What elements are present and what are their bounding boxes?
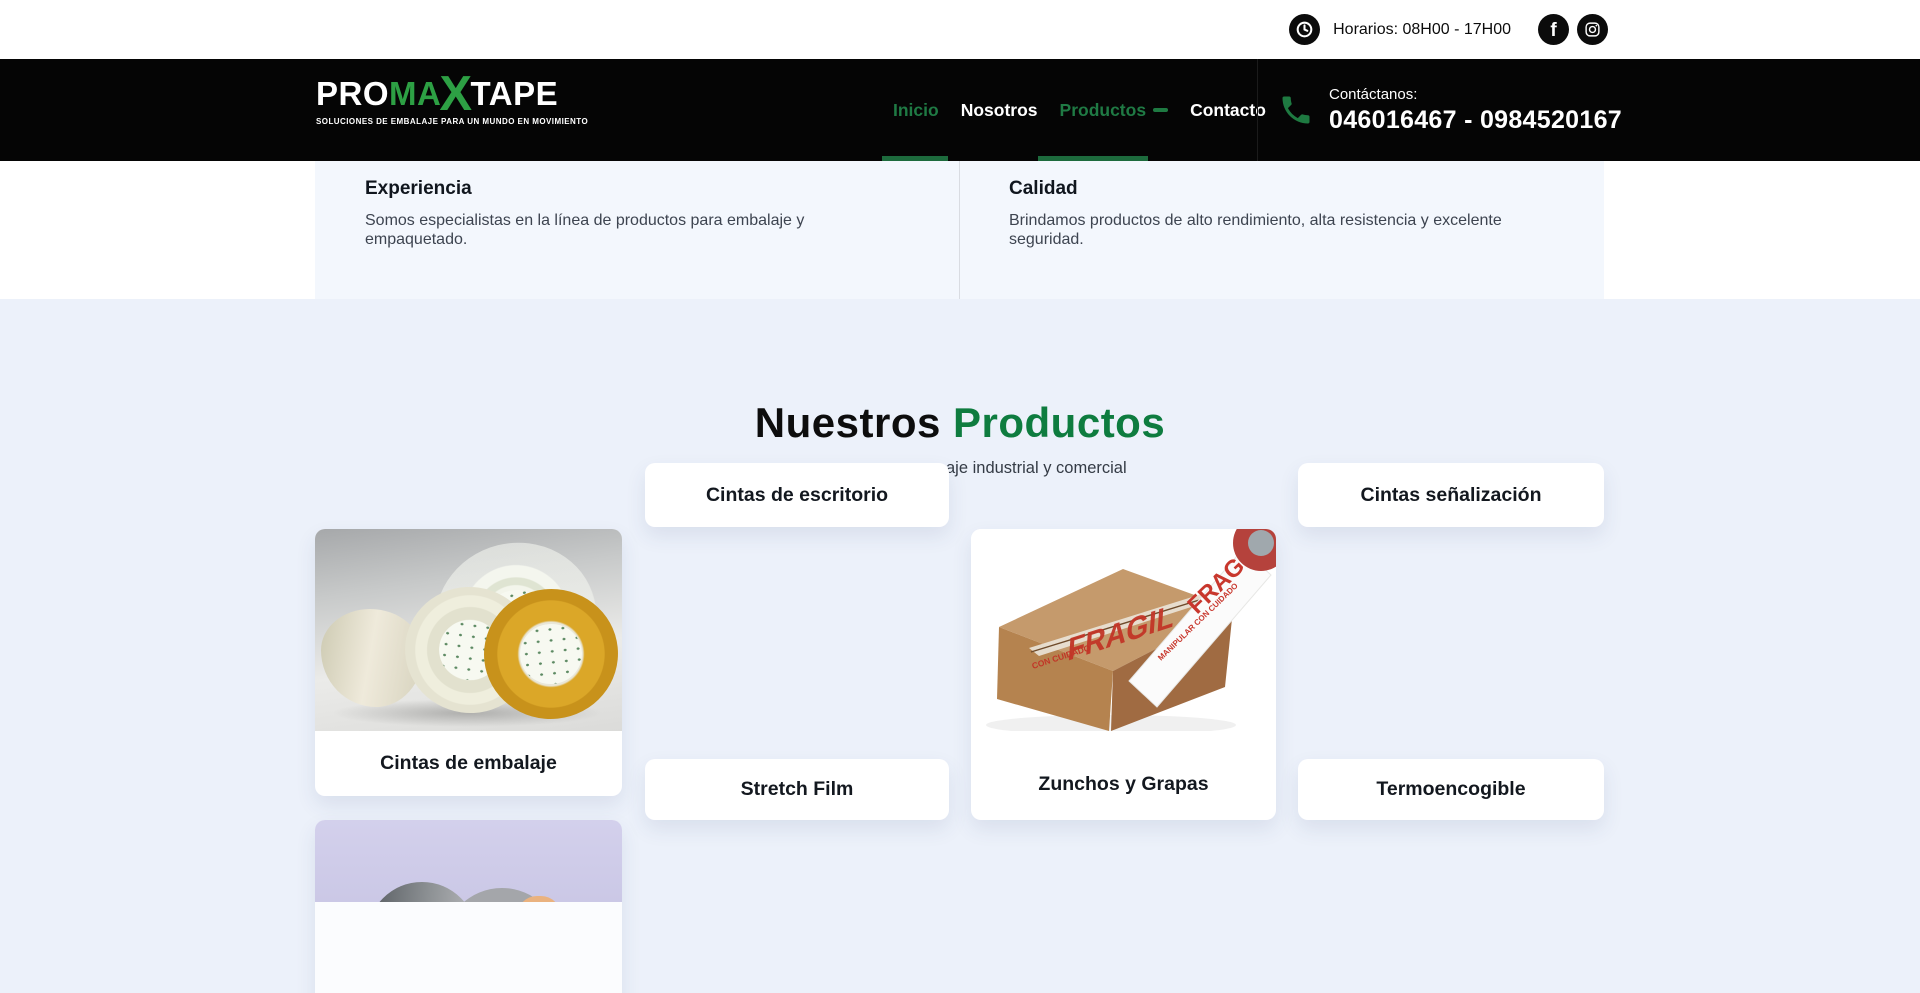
feature-text: Brindamos productos de alto rendimiento,…	[1009, 211, 1547, 249]
product-card-cintas-escritorio[interactable]: Cintas de escritorio	[645, 463, 949, 527]
feature-calidad: Calidad Brindamos productos de alto rend…	[1009, 178, 1547, 249]
nav-nosotros[interactable]: Nosotros	[961, 100, 1038, 121]
feature-text: Somos especialistas en la línea de produ…	[365, 211, 843, 249]
clock-icon	[1289, 14, 1320, 45]
features-band: Experiencia Somos especialistas en la lí…	[0, 161, 1920, 299]
product-card-title: Stretch Film	[645, 759, 949, 820]
product-card-zunchos-grapas[interactable]: FRAGIL CON CUIDADO FRAGIL MANIPULAR CON …	[971, 529, 1276, 820]
nav-contacto[interactable]: Contacto	[1190, 100, 1266, 121]
product-card-cintas-embalaje[interactable]: Cintas de embalaje	[315, 529, 622, 796]
feature-title: Experiencia	[365, 178, 843, 200]
header-contact: Contáctanos: 046016467 - 0984520167	[1277, 59, 1622, 161]
contact-text-block: Contáctanos: 046016467 - 0984520167	[1329, 86, 1622, 135]
nav-productos[interactable]: Productos	[1060, 100, 1169, 121]
phone-numbers[interactable]: 046016467 - 0984520167	[1329, 106, 1622, 135]
product-image-tape-rolls	[315, 529, 622, 731]
logo[interactable]: PROMAXTAPE SOLUCIONES DE EMBALAJE PARA U…	[316, 75, 588, 126]
main-header: PROMAXTAPE SOLUCIONES DE EMBALAJE PARA U…	[0, 59, 1920, 161]
product-card-title: Termoencogible	[1298, 759, 1604, 820]
nav-inicio[interactable]: Inicio	[893, 100, 939, 121]
products-subtitle: aje industrial y comercial	[946, 459, 1127, 478]
product-card-stretch-film[interactable]: Stretch Film	[645, 759, 949, 820]
dropdown-dash-icon	[1153, 108, 1168, 112]
features-panel: Experiencia Somos especialistas en la lí…	[315, 161, 1604, 299]
product-card-partial[interactable]	[315, 820, 622, 993]
product-image-gray-tape	[315, 820, 622, 902]
contact-label: Contáctanos:	[1329, 86, 1622, 103]
topbar: Horarios: 08H00 - 17H00 f	[0, 0, 1920, 59]
phone-icon	[1277, 91, 1315, 129]
product-card-title: Cintas de escritorio	[645, 463, 949, 527]
header-divider	[1257, 59, 1258, 161]
products-section: Nuestros Productos aje industrial y come…	[0, 299, 1920, 993]
product-card-cintas-senalizacion[interactable]: Cintas señalización	[1298, 463, 1604, 527]
feature-title: Calidad	[1009, 178, 1547, 200]
products-title: Nuestros Productos	[0, 399, 1920, 447]
product-image-fragile-tape-box: FRAGIL CON CUIDADO FRAGIL MANIPULAR CON …	[971, 529, 1276, 731]
product-card-termoencogible[interactable]: Termoencogible	[1298, 759, 1604, 820]
feature-divider	[959, 161, 960, 299]
page: Horarios: 08H00 - 17H00 f PROMAXTAPE SOL…	[0, 0, 1920, 993]
social-links: f	[1538, 14, 1608, 45]
product-card-title: Cintas de embalaje	[315, 731, 622, 796]
logo-wordmark: PROMAXTAPE	[316, 75, 588, 112]
product-card-body	[315, 902, 622, 993]
facebook-icon[interactable]: f	[1538, 14, 1569, 45]
instagram-icon[interactable]	[1577, 14, 1608, 45]
product-card-title: Zunchos y Grapas	[971, 731, 1276, 820]
topbar-inner: Horarios: 08H00 - 17H00 f	[1289, 0, 1608, 59]
product-card-title: Cintas señalización	[1298, 463, 1604, 527]
hours-text: Horarios: 08H00 - 17H00	[1333, 21, 1511, 39]
main-nav: Inicio Nosotros Productos Contacto	[893, 59, 1266, 161]
feature-experiencia: Experiencia Somos especialistas en la lí…	[365, 178, 843, 249]
